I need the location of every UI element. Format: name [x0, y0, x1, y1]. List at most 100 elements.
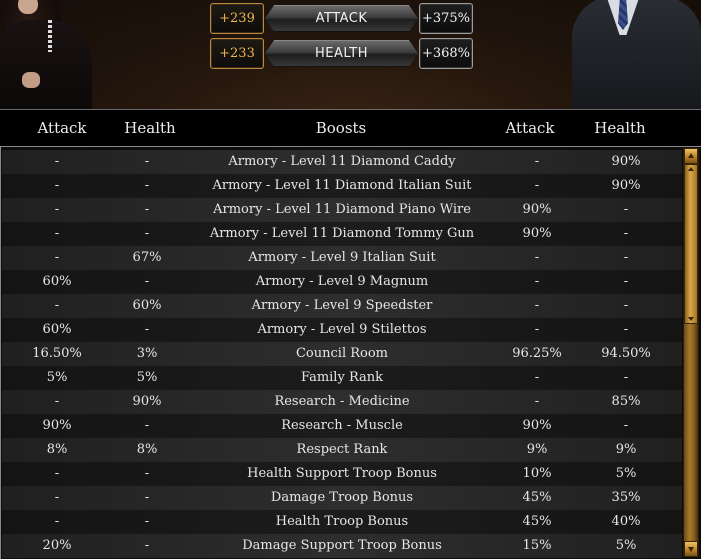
row-boost-name: Respect Rank — [296, 442, 388, 457]
left-attack-bonus: +239 — [210, 3, 264, 34]
row-left-health: 90% — [132, 394, 162, 409]
row-right-health: 94.50% — [601, 346, 651, 361]
row-left-attack: 60% — [42, 274, 72, 289]
row-left-health: 60% — [132, 298, 162, 313]
table-row: - - Damage Troop Bonus 45% 35% — [2, 486, 682, 510]
row-left-health: - — [144, 226, 150, 241]
row-right-attack: - — [534, 274, 540, 289]
row-left-attack: 20% — [42, 538, 72, 553]
table-row: 60% - Armory - Level 9 Stilettos - - — [2, 318, 682, 342]
row-right-health: - — [623, 202, 629, 217]
row-right-health: 9% — [615, 442, 637, 457]
table-scrollbar[interactable] — [683, 148, 699, 557]
row-right-attack: - — [534, 370, 540, 385]
right-attack-bonus: +375% — [419, 3, 473, 34]
header-right-attack: Attack — [505, 119, 555, 137]
row-right-attack: 90% — [522, 226, 552, 241]
row-left-attack: 60% — [42, 322, 72, 337]
row-left-attack: - — [54, 394, 60, 409]
left-health-bonus: +233 — [210, 38, 264, 69]
row-right-health: 35% — [611, 490, 641, 505]
header-boosts: Boosts — [315, 119, 367, 137]
player-right-portrait — [566, 0, 701, 109]
row-right-attack: 10% — [522, 466, 552, 481]
table-row: - - Armory - Level 11 Diamond Piano Wire 90… — [2, 198, 682, 222]
table-row: - - Health Troop Bonus 45% 40% — [2, 510, 682, 534]
row-boost-name: Armory - Level 11 Diamond Caddy — [228, 154, 456, 169]
row-right-attack: 96.25% — [512, 346, 562, 361]
header-left-attack: Attack — [37, 119, 87, 137]
header-banner: +239 ATTACK +375% +233 HEALTH +368% — [0, 0, 701, 110]
row-right-health: 5% — [615, 538, 637, 553]
row-left-health: 67% — [132, 250, 162, 265]
row-boost-name: Armory - Level 9 Italian Suit — [248, 250, 436, 265]
table-row: - - Armory - Level 11 Diamond Tommy Gun 90%… — [2, 222, 682, 246]
row-left-attack: 5% — [46, 370, 68, 385]
boosts-table: - - Armory - Level 11 Diamond Caddy - 90% - - A… — [0, 146, 701, 559]
row-right-health: - — [623, 250, 629, 265]
boosts-table-body: - - Armory - Level 11 Diamond Caddy - 90% - - A… — [2, 150, 682, 558]
right-health-bonus: +368% — [419, 38, 473, 69]
row-left-attack: - — [54, 250, 60, 265]
row-left-health: - — [144, 322, 150, 337]
row-right-health: - — [623, 370, 629, 385]
row-boost-name: Armory - Level 9 Magnum — [255, 274, 429, 289]
table-row: - 90% Research - Medicine - 85% — [2, 390, 682, 414]
table-row: 60% - Armory - Level 9 Magnum - - — [2, 270, 682, 294]
row-boost-name: Research - Medicine — [274, 394, 410, 409]
row-left-health: - — [144, 154, 150, 169]
table-row: 8% 8% Respect Rank 9% 9% — [2, 438, 682, 462]
row-right-health: 85% — [611, 394, 641, 409]
scroll-down-button[interactable] — [684, 541, 698, 557]
row-boost-name: Armory - Level 9 Stilettos — [257, 322, 427, 337]
row-left-health: - — [144, 466, 150, 481]
row-right-attack: - — [534, 250, 540, 265]
row-boost-name: Armory - Level 9 Speedster — [251, 298, 433, 313]
row-right-health: - — [623, 418, 629, 433]
row-boost-name: Family Rank — [300, 370, 384, 385]
row-left-attack: - — [54, 226, 60, 241]
row-right-health: 40% — [611, 514, 641, 529]
row-left-health: - — [144, 274, 150, 289]
scroll-thumb[interactable] — [684, 164, 698, 324]
row-left-attack: - — [54, 298, 60, 313]
row-left-health: - — [144, 490, 150, 505]
table-row: 5% 5% Family Rank - - — [2, 366, 682, 390]
row-right-health: - — [623, 274, 629, 289]
row-left-health: - — [144, 514, 150, 529]
row-boost-name: Health Troop Bonus — [275, 514, 409, 529]
attack-label: ATTACK — [265, 5, 418, 32]
row-boost-name: Research - Muscle — [281, 418, 403, 433]
row-left-attack: - — [54, 514, 60, 529]
row-right-attack: - — [534, 154, 540, 169]
table-row: - - Health Support Troop Bonus 10% 5% — [2, 462, 682, 486]
row-left-attack: - — [54, 490, 60, 505]
row-boost-name: Armory - Level 11 Diamond Tommy Gun — [209, 226, 475, 241]
row-right-attack: 9% — [526, 442, 548, 457]
row-left-attack: - — [54, 466, 60, 481]
row-right-attack: - — [534, 178, 540, 193]
row-boost-name: Health Support Troop Bonus — [247, 466, 437, 481]
row-left-health: - — [144, 202, 150, 217]
row-left-health: - — [144, 418, 150, 433]
row-right-health: 90% — [611, 178, 641, 193]
table-header: Attack Health Boosts Attack Health — [0, 110, 701, 146]
table-row: 20% - Damage Support Troop Bonus 15% 5% — [2, 534, 682, 558]
table-row: 16.50% 3% Council Room 96.25% 94.50% — [2, 342, 682, 366]
row-boost-name: Damage Support Troop Bonus — [242, 538, 442, 553]
row-left-attack: - — [54, 154, 60, 169]
row-right-attack: 45% — [522, 490, 552, 505]
row-right-health: - — [623, 298, 629, 313]
row-left-attack: - — [54, 178, 60, 193]
row-left-health: - — [144, 538, 150, 553]
row-right-health: 90% — [611, 154, 641, 169]
row-boost-name: Armory - Level 11 Diamond Italian Suit — [212, 178, 472, 193]
row-boost-name: Armory - Level 11 Diamond Piano Wire — [213, 202, 471, 217]
row-left-attack: - — [54, 202, 60, 217]
row-left-attack: 90% — [42, 418, 72, 433]
health-label: HEALTH — [265, 40, 418, 67]
health-stat-row: +233 HEALTH +368% — [210, 38, 473, 69]
row-boost-name: Council Room — [295, 346, 388, 361]
scroll-up-button[interactable] — [684, 148, 698, 164]
row-left-health: 8% — [136, 442, 158, 457]
